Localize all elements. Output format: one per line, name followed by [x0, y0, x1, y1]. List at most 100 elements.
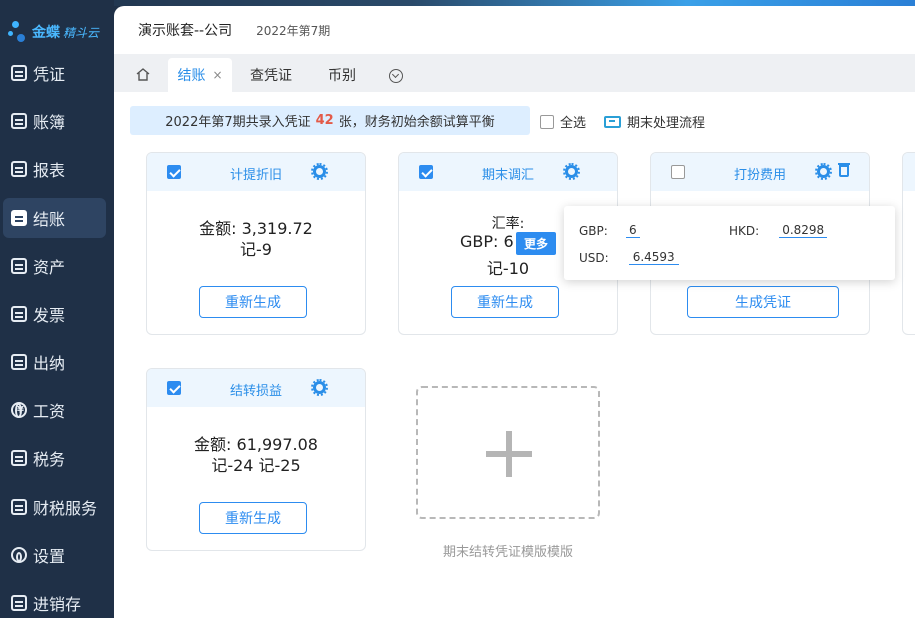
- sidebar-item-closing[interactable]: 结账: [3, 198, 106, 238]
- sidebar-item-cashier[interactable]: 出纳: [3, 342, 106, 382]
- gear-icon[interactable]: [311, 163, 328, 180]
- sidebar-item-report[interactable]: 报表: [3, 149, 106, 189]
- sidebar-item-salary[interactable]: 工资: [3, 390, 106, 430]
- asset-icon: [11, 258, 27, 274]
- card-header: 结转损益: [147, 369, 365, 407]
- sidebar-item-tax[interactable]: 税务: [3, 438, 106, 478]
- tab-label: 查凭证: [250, 68, 292, 84]
- video-icon: [604, 115, 621, 128]
- closing-flow-link[interactable]: 期末处理流程: [604, 112, 705, 131]
- chevron-down-icon[interactable]: [389, 69, 403, 83]
- settings-icon: [11, 547, 27, 563]
- regenerate-button[interactable]: 重新生成: [451, 286, 559, 318]
- inventory-icon: [11, 595, 27, 611]
- rate-row-hkd: HKD: 0.8298: [729, 223, 828, 238]
- gear-icon[interactable]: [563, 163, 580, 180]
- more-rates-button[interactable]: 更多: [516, 232, 556, 255]
- plus-icon: [486, 431, 532, 477]
- card-header: [903, 153, 915, 191]
- voucher-icon: [11, 65, 27, 81]
- card-voucher[interactable]: 记-9: [147, 236, 365, 260]
- ledger-icon: [11, 113, 27, 129]
- sidebar-item-label: 工资: [33, 402, 66, 421]
- logo-dots-icon: [8, 19, 30, 45]
- card-offscreen: [902, 152, 915, 335]
- invoice-icon: [11, 306, 27, 322]
- home-icon[interactable]: [136, 68, 150, 81]
- sidebar-item-label: 财税服务: [33, 499, 98, 518]
- card-title: 打扮费用: [733, 168, 786, 183]
- notice-suffix: 张，财务初始余额试算平衡: [338, 115, 495, 130]
- tab-label: 币别: [328, 68, 356, 84]
- rate-value[interactable]: 0.8298: [779, 223, 828, 238]
- tax-icon: [11, 450, 27, 466]
- sidebar: 金蝶 精斗云 凭证 账簿 报表 结账 资产 发票 出纳 工资 税务 财税服务: [0, 0, 114, 618]
- sidebar-item-tax-service[interactable]: 财税服务: [3, 487, 106, 527]
- sidebar-item-invoice[interactable]: 发票: [3, 294, 106, 334]
- select-all-checkbox[interactable]: [540, 114, 554, 129]
- sidebar-item-ledger[interactable]: 账簿: [3, 101, 106, 141]
- card-title: 结转损益: [229, 384, 282, 399]
- add-template-label: 期末结转凭证模版模版: [442, 545, 573, 560]
- period-label: 2022年第7期: [256, 23, 331, 38]
- currency-code: HKD:: [729, 223, 760, 238]
- main-panel: 演示账套--公司 2022年第7期 结账 × 查凭证 币别 2022年第7期共录…: [114, 6, 915, 618]
- tab-bar: 结账 × 查凭证 币别: [114, 54, 915, 92]
- tab-closing[interactable]: 结账 ×: [168, 58, 232, 92]
- sidebar-item-label: 税务: [33, 450, 66, 469]
- add-template-card[interactable]: [416, 386, 600, 519]
- card-header: 期末调汇: [399, 153, 617, 191]
- sidebar-item-label: 发票: [33, 306, 66, 325]
- card-voucher[interactable]: 记-24 记-25: [147, 452, 365, 476]
- trash-icon[interactable]: [838, 163, 850, 177]
- sidebar-item-label: 凭证: [33, 65, 66, 84]
- card-body: 金额: 3,319.72 记-9 重新生成: [147, 191, 365, 334]
- salary-icon: [11, 402, 27, 418]
- card-title: 期末调汇: [481, 168, 534, 183]
- close-icon[interactable]: ×: [212, 68, 222, 82]
- rate-row-usd: USD: 6.4593: [579, 250, 679, 265]
- header: 演示账套--公司 2022年第7期: [114, 6, 915, 54]
- closing-icon: [11, 210, 27, 226]
- card-header: 打扮费用: [651, 153, 869, 191]
- tab-view-voucher[interactable]: 查凭证: [242, 58, 300, 92]
- currency-code: GBP:: [579, 223, 608, 238]
- rate-row-gbp: GBP: 6: [579, 223, 640, 238]
- card-header: 计提折旧: [147, 153, 365, 191]
- sidebar-item-label: 报表: [33, 161, 66, 180]
- sidebar-item-settings[interactable]: 设置: [3, 535, 106, 575]
- sidebar-item-label: 结账: [33, 210, 66, 229]
- sidebar-item-label: 资产: [33, 258, 66, 277]
- rate-value[interactable]: 6.4593: [628, 250, 679, 265]
- notice-prefix: 2022年第7期共录入凭证: [165, 115, 311, 130]
- brand-sub: 精斗云: [63, 25, 100, 40]
- brand-name: 金蝶: [32, 25, 60, 41]
- gear-icon[interactable]: [815, 163, 832, 180]
- card-depreciation: 计提折旧 金额: 3,319.72 记-9 重新生成: [146, 152, 366, 335]
- tab-currency[interactable]: 币别: [318, 58, 366, 92]
- account-name[interactable]: 演示账套--公司: [138, 20, 232, 40]
- card-title: 计提折旧: [229, 168, 282, 183]
- sidebar-item-label: 设置: [33, 547, 66, 566]
- select-all-label: 全选: [560, 116, 587, 131]
- gear-icon[interactable]: [311, 379, 328, 396]
- voucher-notice: 2022年第7期共录入凭证 42 张，财务初始余额试算平衡: [130, 106, 530, 135]
- sidebar-item-inventory[interactable]: 进销存: [3, 583, 106, 618]
- flow-label: 期末处理流程: [627, 116, 706, 131]
- tab-label: 结账: [177, 68, 206, 84]
- voucher-count: 42: [315, 113, 334, 128]
- sidebar-item-asset[interactable]: 资产: [3, 246, 106, 286]
- regenerate-button[interactable]: 重新生成: [199, 286, 307, 318]
- cashier-icon: [11, 354, 27, 370]
- card-body: 金额: 61,997.08 记-24 记-25 重新生成: [147, 407, 365, 550]
- app-logo[interactable]: 金蝶 精斗云: [8, 18, 99, 46]
- sidebar-item-voucher[interactable]: 凭证: [3, 53, 106, 93]
- sidebar-item-label: 出纳: [33, 354, 66, 373]
- sidebar-item-label: 账簿: [33, 113, 66, 132]
- tax-service-icon: [11, 499, 27, 515]
- regenerate-button[interactable]: 重新生成: [199, 502, 307, 534]
- rate-value[interactable]: 6: [625, 223, 640, 238]
- sidebar-item-label: 进销存: [33, 595, 82, 614]
- select-all[interactable]: 全选: [540, 112, 586, 131]
- generate-voucher-button[interactable]: 生成凭证: [687, 286, 839, 318]
